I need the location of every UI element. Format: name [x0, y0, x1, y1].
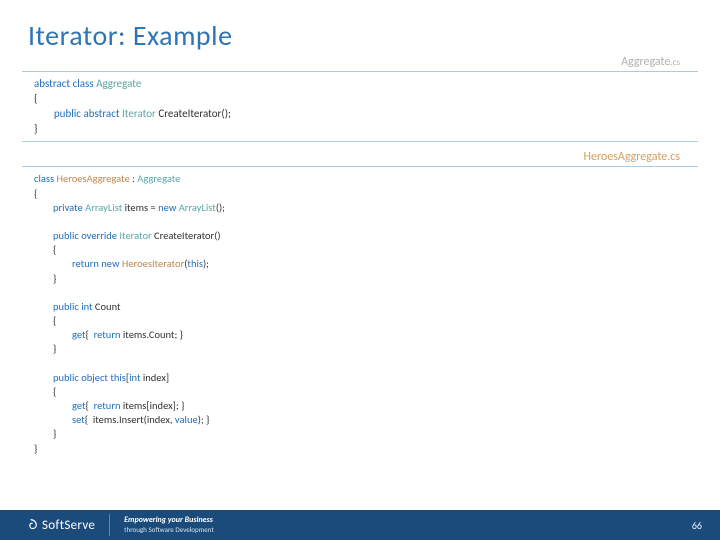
swirl-icon — [24, 518, 38, 532]
footer-separator — [109, 514, 110, 536]
brand-text: SoftServe — [42, 518, 95, 533]
footer-bar: SoftServe Empowering your Business throu… — [0, 510, 720, 540]
page-number: 66 — [692, 519, 702, 532]
brand-logo: SoftServe — [0, 518, 95, 533]
file-label-aggregate: Aggregate.cs — [0, 55, 720, 69]
code-block-aggregate: abstract class Aggregate { public abstra… — [22, 71, 698, 142]
footer-tagline: Empowering your Business through Softwar… — [124, 516, 214, 533]
code-block-heroes: class HeroesAggregate : Aggregate { priv… — [22, 166, 698, 455]
file-label-heroes: HeroesAggregate.cs — [0, 150, 720, 164]
slide-title: Iterator: Example — [0, 0, 720, 53]
